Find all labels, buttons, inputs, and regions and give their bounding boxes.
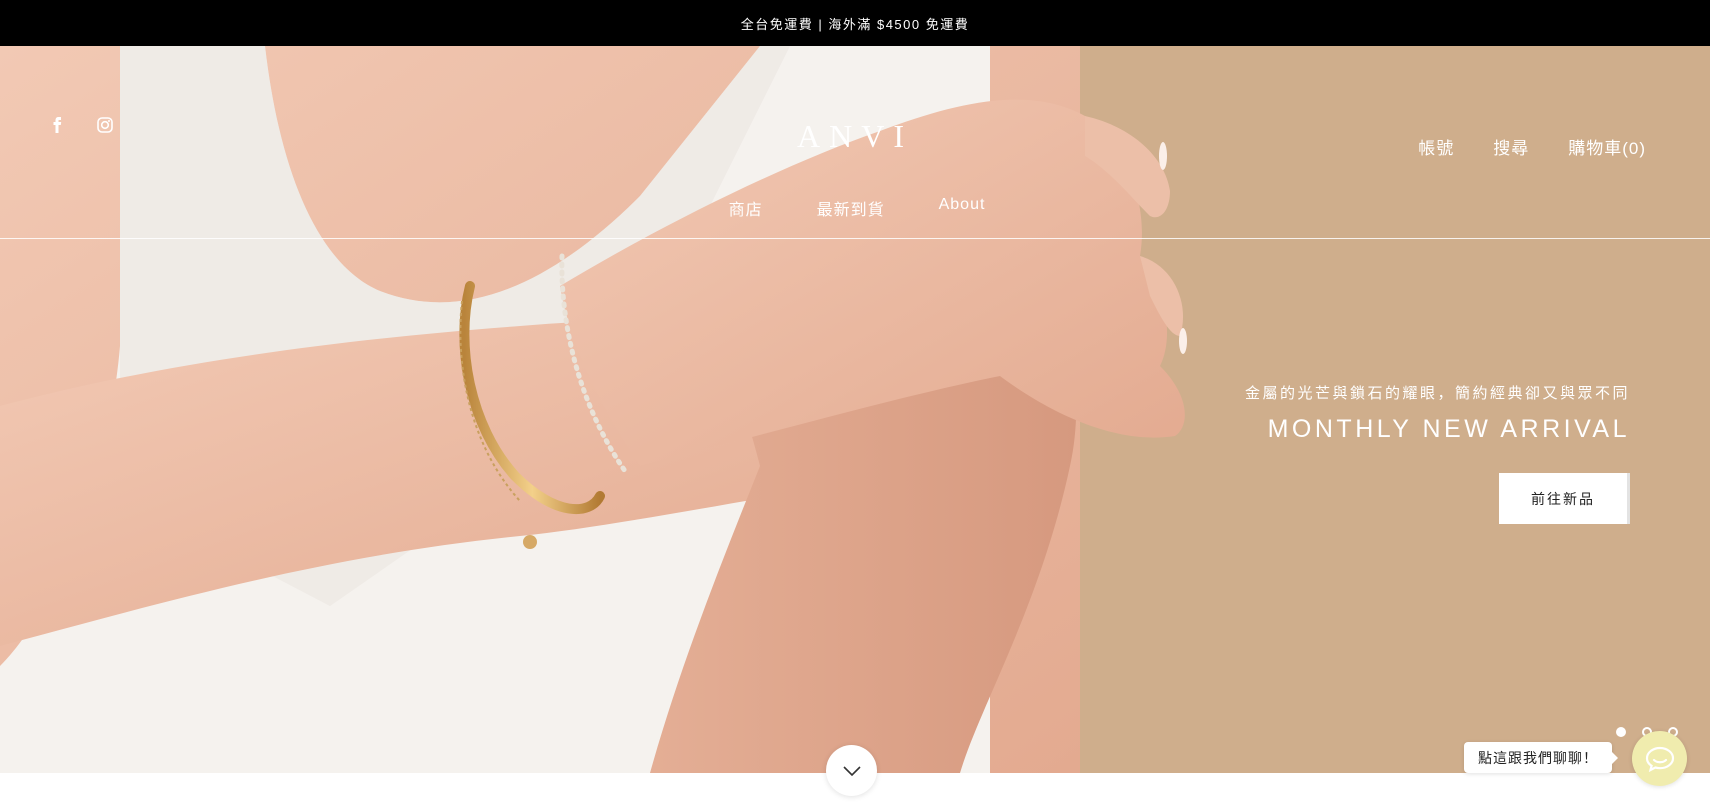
logo-link[interactable]: ANVI xyxy=(797,118,913,154)
header-divider xyxy=(0,238,1710,239)
hero-subtitle: 金屬的光芒與鎖石的耀眼，簡約經典卻又與眾不同 xyxy=(1244,385,1630,402)
nav-account[interactable]: 帳號 xyxy=(1418,134,1454,159)
nav-about[interactable]: About xyxy=(939,196,986,220)
social-links xyxy=(46,114,116,136)
hero-title: MONTHLY NEW ARRIVAL xyxy=(1267,415,1630,443)
facebook-icon[interactable] xyxy=(46,114,68,136)
hero-banner: ANVI 帳號 搜尋 購物車(0) 商店 最新到貨 About 金屬的光芒與鎖石… xyxy=(0,46,1710,773)
instagram-icon[interactable] xyxy=(94,114,116,136)
slider-dot-1[interactable] xyxy=(1616,727,1626,737)
announcement-bar: 全台免運費 | 海外滿 $4500 免運費 xyxy=(0,0,1710,46)
nav-search[interactable]: 搜尋 xyxy=(1493,134,1529,159)
nav-shop[interactable]: 商店 xyxy=(729,196,763,220)
chevron-down-icon xyxy=(842,765,861,776)
nav-new-arrivals[interactable]: 最新到貨 xyxy=(817,196,885,220)
main-nav: 商店 最新到貨 About xyxy=(0,196,1710,220)
nav-cart[interactable]: 購物車(0) xyxy=(1568,134,1646,159)
chat-icon xyxy=(1645,746,1674,772)
utility-nav: 帳號 搜尋 購物車(0) xyxy=(1418,134,1646,159)
chat-prompt-bubble[interactable]: 點這跟我們聊聊！ xyxy=(1464,742,1618,773)
hero-copy: 金屬的光芒與鎖石的耀眼，簡約經典卻又與眾不同 MONTHLY NEW ARRIV… xyxy=(1245,382,1630,444)
announcement-text: 全台免運費 | 海外滿 $4500 免運費 xyxy=(740,16,970,32)
scroll-down-button[interactable] xyxy=(826,745,877,796)
shop-new-arrivals-button[interactable]: 前往新品 xyxy=(1499,473,1630,524)
chat-launcher-button[interactable] xyxy=(1632,731,1687,786)
